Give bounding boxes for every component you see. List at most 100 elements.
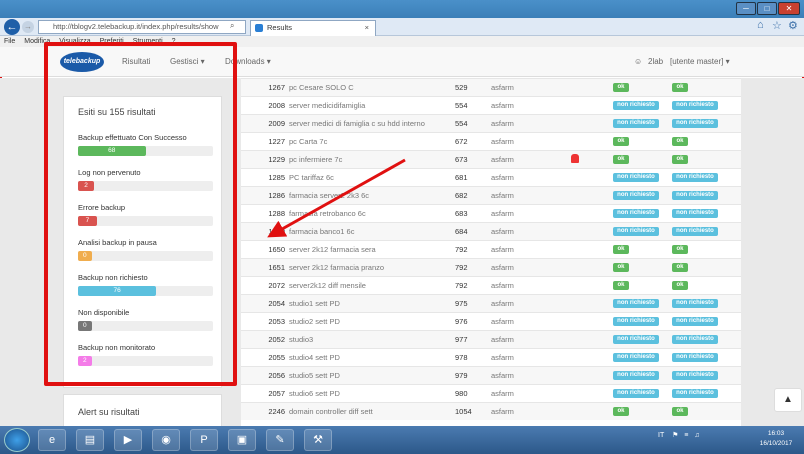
row-name[interactable]: pc infermiere 7c bbox=[289, 151, 439, 168]
nav-user-role-dropdown[interactable]: [utente master] ▾ bbox=[670, 57, 730, 66]
table-row[interactable]: 1650 server 2k12 farmacia sera 792 asfarm ok… bbox=[241, 240, 741, 258]
windows-start-icon[interactable] bbox=[4, 428, 30, 452]
forward-arrow-icon[interactable]: → bbox=[22, 21, 34, 33]
status-badge[interactable]: ok bbox=[672, 83, 688, 92]
nav-username[interactable]: 2lab bbox=[648, 57, 663, 66]
status-badge[interactable]: ok bbox=[613, 155, 629, 164]
status-badge[interactable]: ok bbox=[672, 137, 688, 146]
chrome-icon[interactable]: ◉ bbox=[152, 429, 180, 451]
status-badge[interactable]: ok bbox=[613, 83, 629, 92]
table-row[interactable]: 2052 studio3 977 asfarm non richiesto non ric… bbox=[241, 330, 741, 348]
status-badge[interactable]: non richiesto bbox=[672, 299, 718, 308]
row-name[interactable]: server medici di famiglia c su hdd inter… bbox=[289, 115, 439, 132]
status-badge[interactable]: non richiesto bbox=[672, 101, 718, 110]
table-row[interactable]: 2009 server medici di famiglia c su hdd i… bbox=[241, 114, 741, 132]
powerpoint-icon[interactable]: P bbox=[190, 429, 218, 451]
row-name[interactable]: server 2k12 farmacia pranzo bbox=[289, 259, 439, 276]
row-name[interactable]: pc Cesare SOLO C bbox=[289, 79, 439, 96]
network-icon[interactable]: ≡ bbox=[684, 432, 688, 439]
media-player-icon[interactable]: ▶ bbox=[114, 429, 142, 451]
home-icon[interactable]: ⌂ bbox=[757, 19, 764, 31]
table-row[interactable]: 1289 farmacia banco1 6c 684 asfarm non richi… bbox=[241, 222, 741, 240]
back-arrow-icon[interactable]: ← bbox=[4, 19, 20, 35]
status-badge[interactable]: non richiesto bbox=[672, 119, 718, 128]
row-name[interactable]: farmacia server2 2k3 6c bbox=[289, 187, 439, 204]
table-row[interactable]: 1267 pc Cesare SOLO C 529 asfarm ok ok bbox=[241, 78, 741, 96]
status-badge[interactable]: ok bbox=[672, 155, 688, 164]
status-badge[interactable]: non richiesto bbox=[672, 389, 718, 398]
status-badge[interactable]: non richiesto bbox=[672, 353, 718, 362]
table-row[interactable]: 2055 studio4 sett PD 978 asfarm non richiest… bbox=[241, 348, 741, 366]
table-row[interactable]: 1227 pc Carta 7c 672 asfarm ok ok bbox=[241, 132, 741, 150]
table-row[interactable]: 1285 PC tariffaz 6c 681 asfarm non richiesto… bbox=[241, 168, 741, 186]
status-badge[interactable]: non richiesto bbox=[672, 335, 718, 344]
table-row[interactable]: 1286 farmacia server2 2k3 6c 682 asfarm non … bbox=[241, 186, 741, 204]
volume-icon[interactable]: ♫ bbox=[694, 432, 699, 439]
status-badge[interactable]: non richiesto bbox=[672, 371, 718, 380]
status-badge[interactable]: ok bbox=[613, 245, 629, 254]
table-row[interactable]: 2057 studio6 sett PD 980 asfarm non richiest… bbox=[241, 384, 741, 402]
status-badge[interactable]: non richiesto bbox=[613, 389, 659, 398]
ie-icon[interactable]: e bbox=[38, 429, 66, 451]
status-badge[interactable]: non richiesto bbox=[613, 191, 659, 200]
address-bar[interactable]: http://tblogv2.telebackup.it/index.php/r… bbox=[38, 20, 246, 34]
row-name[interactable]: domain controller diff sett bbox=[289, 403, 439, 420]
clock[interactable]: 16:03 16/10/2017 bbox=[752, 429, 800, 449]
gear-icon[interactable]: ⚙ bbox=[788, 19, 798, 32]
row-name[interactable]: farmacia retrobanco 6c bbox=[289, 205, 439, 222]
status-badge[interactable]: non richiesto bbox=[613, 371, 659, 380]
status-badge[interactable]: non richiesto bbox=[613, 209, 659, 218]
table-row[interactable]: 2053 studio2 sett PD 976 asfarm non richiest… bbox=[241, 312, 741, 330]
status-badge[interactable]: non richiesto bbox=[672, 191, 718, 200]
folder-icon[interactable]: ▤ bbox=[76, 429, 104, 451]
status-badge[interactable]: non richiesto bbox=[613, 353, 659, 362]
status-badge[interactable]: ok bbox=[672, 407, 688, 416]
row-name[interactable]: studio5 sett PD bbox=[289, 367, 439, 384]
row-name[interactable]: PC tariffaz 6c bbox=[289, 169, 439, 186]
table-row[interactable]: 2072 server2k12 diff mensile 792 asfarm ok ok bbox=[241, 276, 741, 294]
paint-icon[interactable]: ✎ bbox=[266, 429, 294, 451]
status-badge[interactable]: non richiesto bbox=[613, 227, 659, 236]
row-name[interactable]: pc Carta 7c bbox=[289, 133, 439, 150]
app-icon[interactable]: ▣ bbox=[228, 429, 256, 451]
table-row[interactable]: 2008 server medicidifamiglia 554 asfarm non … bbox=[241, 96, 741, 114]
table-row[interactable]: 2246 domain controller diff sett 1054 asfar… bbox=[241, 402, 741, 420]
row-name[interactable]: studio6 sett PD bbox=[289, 385, 439, 402]
row-name[interactable]: server 2k12 farmacia sera bbox=[289, 241, 439, 258]
tray-flag-icon[interactable]: ⚑ bbox=[672, 432, 678, 439]
close-window-button[interactable]: ✕ bbox=[778, 2, 800, 15]
status-badge[interactable]: ok bbox=[613, 407, 629, 416]
status-badge[interactable]: non richiesto bbox=[672, 173, 718, 182]
row-name[interactable]: studio2 sett PD bbox=[289, 313, 439, 330]
table-row[interactable]: 2056 studio5 sett PD 979 asfarm non richiest… bbox=[241, 366, 741, 384]
status-badge[interactable]: non richiesto bbox=[613, 335, 659, 344]
star-icon[interactable]: ☆ bbox=[772, 19, 782, 32]
status-badge[interactable]: non richiesto bbox=[613, 317, 659, 326]
tools-icon[interactable]: ⚒ bbox=[304, 429, 332, 451]
minimize-button[interactable]: ─ bbox=[736, 2, 756, 15]
row-name[interactable]: server2k12 diff mensile bbox=[289, 277, 439, 294]
search-icon[interactable]: ⌕ bbox=[230, 21, 234, 31]
row-name[interactable]: farmacia banco1 6c bbox=[289, 223, 439, 240]
status-badge[interactable]: ok bbox=[672, 281, 688, 290]
status-badge[interactable]: ok bbox=[672, 245, 688, 254]
table-row[interactable]: 1651 server 2k12 farmacia pranzo 792 asfarm… bbox=[241, 258, 741, 276]
table-row[interactable]: 1229 pc infermiere 7c 673 asfarm ok ok bbox=[241, 150, 741, 168]
status-badge[interactable]: non richiesto bbox=[672, 227, 718, 236]
row-name[interactable]: studio4 sett PD bbox=[289, 349, 439, 366]
status-badge[interactable]: non richiesto bbox=[613, 173, 659, 182]
maximize-button[interactable]: □ bbox=[757, 2, 777, 15]
status-badge[interactable]: non richiesto bbox=[672, 209, 718, 218]
row-name[interactable]: server medicidifamiglia bbox=[289, 97, 439, 114]
table-row[interactable]: 1288 farmacia retrobanco 6c 683 asfarm non r… bbox=[241, 204, 741, 222]
status-badge[interactable]: ok bbox=[613, 263, 629, 272]
scroll-to-top-button[interactable]: ▲ bbox=[774, 388, 802, 412]
status-badge[interactable]: ok bbox=[672, 263, 688, 272]
status-badge[interactable]: non richiesto bbox=[613, 101, 659, 110]
tab-close-icon[interactable]: × bbox=[365, 21, 369, 35]
menu-file[interactable]: File bbox=[4, 38, 15, 45]
status-badge[interactable]: ok bbox=[613, 281, 629, 290]
table-row[interactable]: 2054 studio1 sett PD 975 asfarm non richiest… bbox=[241, 294, 741, 312]
row-name[interactable]: studio1 sett PD bbox=[289, 295, 439, 312]
status-badge[interactable]: non richiesto bbox=[613, 119, 659, 128]
